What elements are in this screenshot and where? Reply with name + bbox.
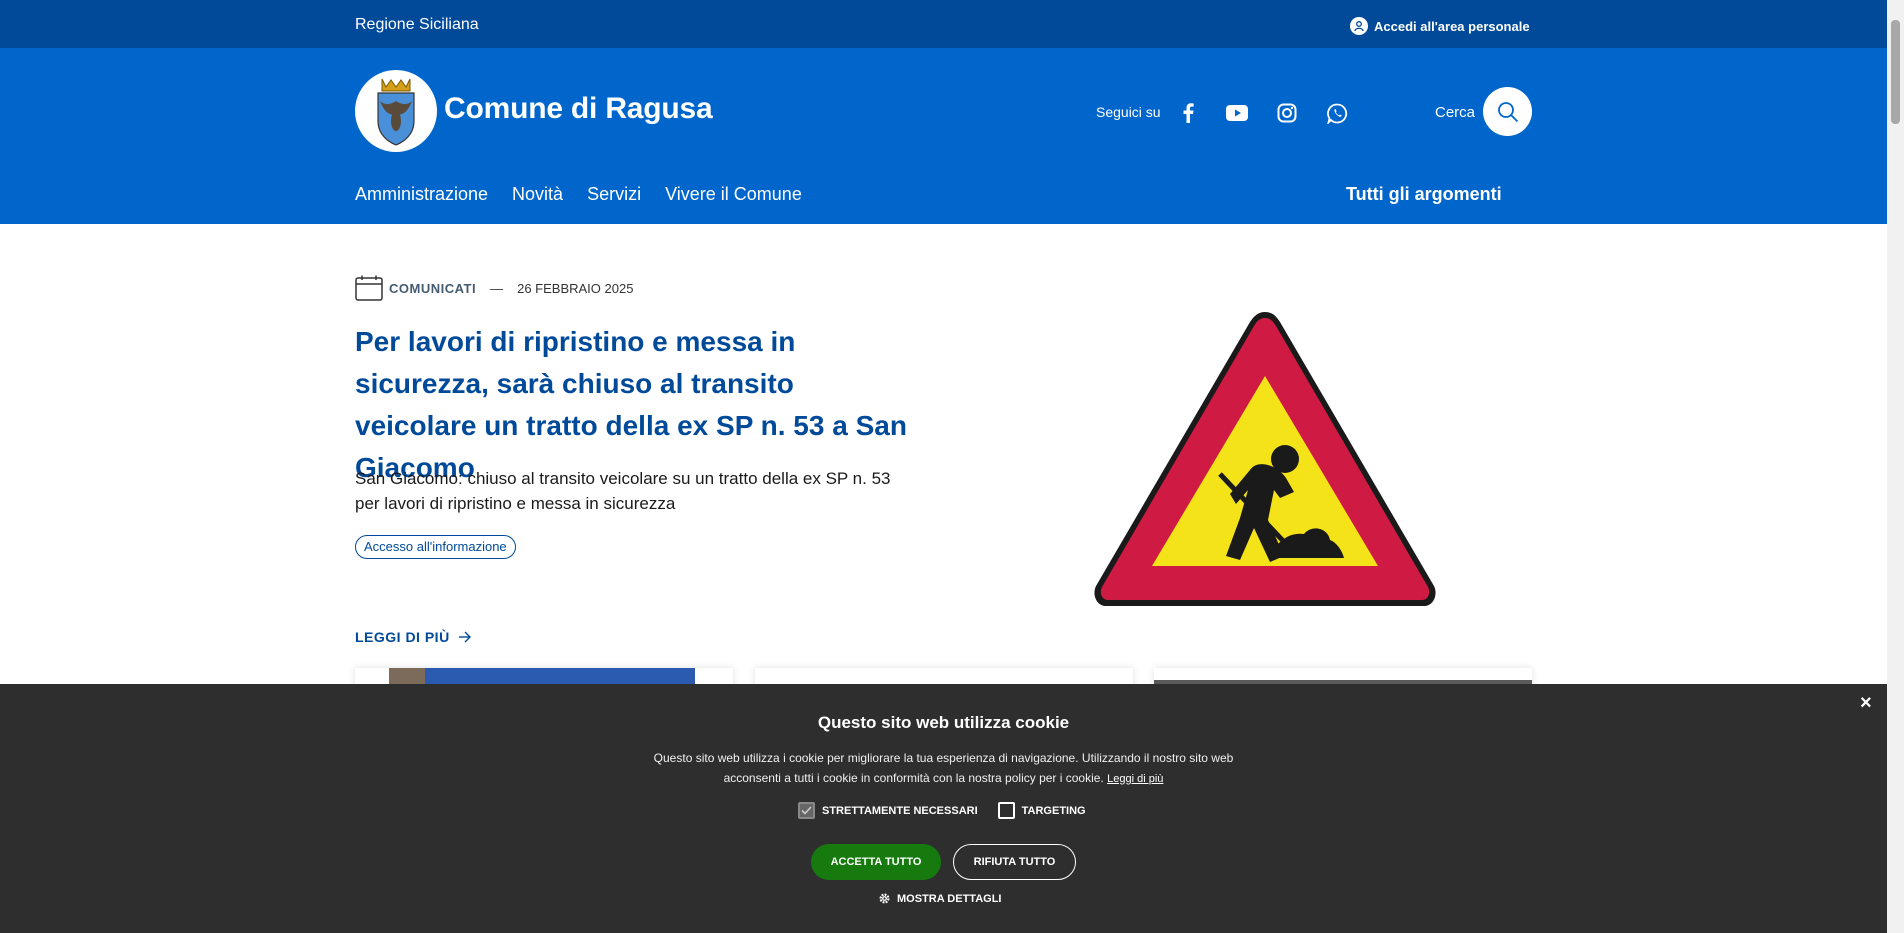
roadworks-sign-image — [1094, 312, 1436, 606]
necessary-checkbox[interactable]: STRETTAMENTE NECESSARI — [798, 802, 978, 819]
article-meta: COMUNICATI — 26 FEBBRAIO 2025 — [355, 275, 633, 301]
main-header: Comune di Ragusa Seguici su Cerca Ammini… — [0, 48, 1887, 224]
whatsapp-icon[interactable] — [1324, 100, 1350, 126]
cookie-title: Questo sito web utilizza cookie — [817, 713, 1070, 732]
accept-all-button[interactable]: ACCETTA TUTTO — [811, 844, 941, 880]
arrow-right-icon — [458, 631, 471, 643]
nav-item-novita[interactable]: Novità — [512, 184, 563, 205]
nav-item-servizi[interactable]: Servizi — [587, 184, 641, 205]
gear-icon — [879, 893, 890, 904]
nav-item-amministrazione[interactable]: Amministrazione — [355, 184, 488, 205]
scrollbar-thumb[interactable] — [1891, 20, 1900, 124]
calendar-icon — [355, 275, 383, 301]
cookie-policy-link[interactable]: Leggi di più — [1107, 773, 1163, 785]
article-title[interactable]: Per lavori di ripristino e messa in sicu… — [355, 321, 915, 489]
site-title[interactable]: Comune di Ragusa — [444, 92, 713, 126]
article-date: 26 FEBBRAIO 2025 — [517, 280, 634, 296]
cookie-text: Questo sito web utilizza i cookie per mi… — [640, 748, 1247, 789]
article-description: San Giacomo: chiuso al transito veicolar… — [355, 469, 891, 513]
search-button[interactable] — [1483, 87, 1532, 136]
cookie-banner: × Questo sito web utilizza cookie Questo… — [0, 684, 1887, 933]
targeting-checkbox[interactable]: TARGETING — [997, 802, 1086, 819]
nav-item-tutti-gli-argomenti[interactable]: Tutti gli argomenti — [1346, 184, 1502, 205]
social-label: Seguici su — [1096, 104, 1161, 120]
show-details-label: MOSTRA DETTAGLI — [897, 892, 1002, 905]
meta-separator: — — [490, 280, 504, 296]
slim-header: Regione Siciliana Accedi all'area person… — [0, 0, 1887, 48]
facebook-icon[interactable] — [1175, 100, 1201, 126]
targeting-label: TARGETING — [1021, 804, 1086, 817]
show-details-button[interactable]: MOSTRA DETTAGLI — [878, 892, 1002, 905]
coat-of-arms-logo[interactable] — [355, 70, 437, 152]
search-icon — [1497, 101, 1518, 122]
article-category[interactable]: COMUNICATI — [389, 281, 476, 296]
read-more-label: LEGGI DI PIÙ — [355, 629, 450, 645]
user-icon — [1350, 17, 1368, 35]
instagram-icon[interactable] — [1274, 100, 1300, 126]
youtube-icon[interactable] — [1224, 100, 1250, 126]
main-nav: Amministrazione Novità Servizi Vivere il… — [355, 184, 802, 205]
read-more-link[interactable]: LEGGI DI PIÙ — [355, 629, 472, 645]
close-icon[interactable]: × — [1860, 692, 1872, 715]
page-scrollbar[interactable] — [1887, 0, 1904, 933]
necessary-label: STRETTAMENTE NECESSARI — [822, 804, 978, 817]
search-label: Cerca — [1435, 104, 1476, 121]
checkbox-empty-icon — [997, 802, 1015, 819]
login-label: Accedi all'area personale — [1374, 18, 1530, 34]
login-link[interactable]: Accedi all'area personale — [1350, 17, 1530, 35]
region-link[interactable]: Regione Siciliana — [355, 16, 479, 34]
nav-item-vivere-il-comune[interactable]: Vivere il Comune — [665, 184, 802, 205]
reject-all-button[interactable]: RIFIUTA TUTTO — [953, 844, 1076, 880]
topic-chip[interactable]: Accesso all'informazione — [355, 535, 516, 559]
cookie-options: STRETTAMENTE NECESSARI TARGETING — [798, 802, 1086, 819]
checkbox-checked-icon — [798, 802, 815, 819]
